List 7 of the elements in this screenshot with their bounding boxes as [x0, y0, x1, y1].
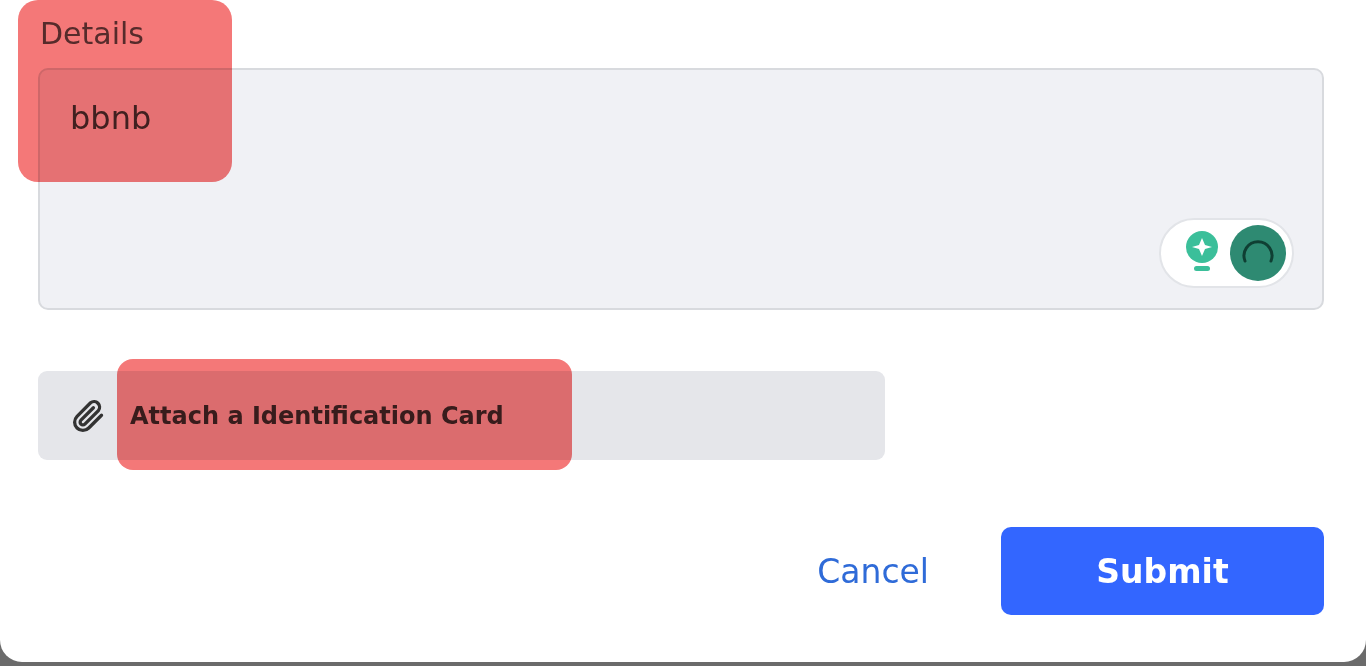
details-label: Details	[40, 15, 145, 53]
attach-label: Attach a Identification Card	[130, 401, 504, 430]
submit-button[interactable]: Submit	[1001, 527, 1324, 615]
cancel-button[interactable]: Cancel	[813, 545, 933, 597]
details-textarea[interactable]: bbnb	[38, 68, 1324, 310]
loading-icon[interactable]	[1230, 225, 1286, 281]
details-value: bbnb	[70, 98, 152, 139]
